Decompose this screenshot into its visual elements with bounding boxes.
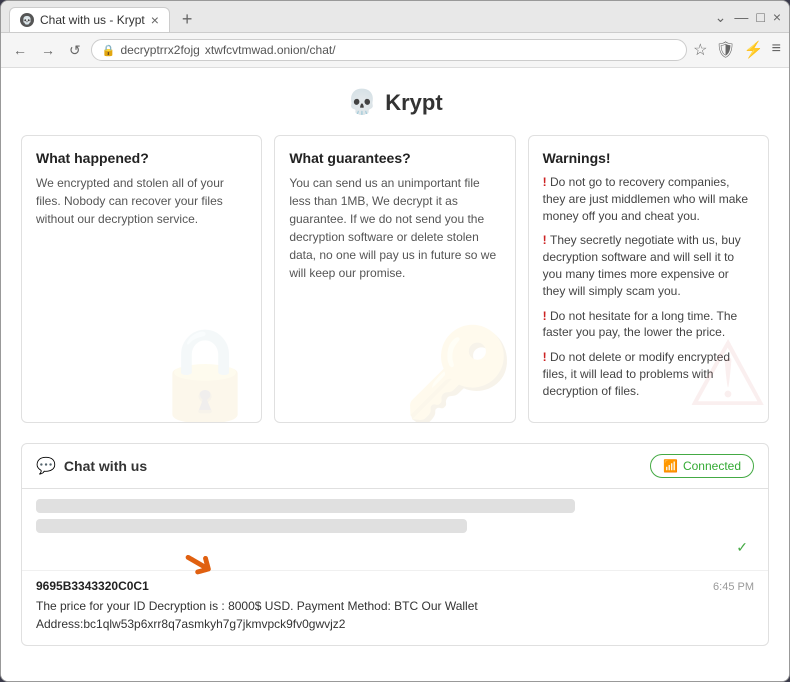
- warnings-card: Warnings! Do not go to recovery companie…: [528, 135, 769, 423]
- sender-id: 9695B3343320C0C1: [36, 579, 149, 593]
- checkmark-icon: ✓: [736, 539, 754, 556]
- warning-item-2: They secretly negotiate with us, buy dec…: [543, 232, 754, 299]
- connected-label: Connected: [683, 459, 741, 473]
- back-button[interactable]: ←: [9, 40, 31, 60]
- tab-close-button[interactable]: ×: [151, 13, 159, 27]
- page-header: 💀 Krypt: [21, 88, 769, 117]
- chat-title-area: 💬 Chat with us: [36, 456, 147, 476]
- chat-messages-area: ✓: [22, 489, 768, 570]
- menu-icon[interactable]: ≡: [772, 40, 781, 60]
- window-controls: ⌄ — □ ×: [715, 9, 781, 30]
- skull-icon: 💀: [347, 88, 377, 117]
- chat-section: 💬 Chat with us 📶 Connected ✓: [21, 443, 769, 646]
- arrow-container: 9695B3343320C0C1 6:45 PM The price for y…: [22, 570, 768, 645]
- refresh-button[interactable]: ↺: [65, 40, 85, 61]
- minimize-button[interactable]: —: [734, 9, 748, 26]
- chat-icon: 💬: [36, 456, 56, 476]
- warning-item-1: Do not go to recovery companies, they ar…: [543, 174, 754, 224]
- message-meta: 9695B3343320C0C1 6:45 PM: [36, 579, 754, 593]
- page-content: isk·ran 💀 Krypt What happened? We encryp…: [1, 68, 789, 681]
- lock-bg-icon: 🔒: [149, 322, 261, 423]
- message-checkmark-row: ✓: [36, 539, 754, 556]
- warning-item-4: Do not delete or modify encrypted files,…: [543, 349, 754, 399]
- navigation-bar: ← → ↺ 🔒 decryptrrx2fojg xtwfcvtmwad.onio…: [1, 33, 789, 68]
- chat-title: Chat with us: [64, 458, 147, 474]
- browser-tab[interactable]: 💀 Chat with us - Krypt ×: [9, 7, 170, 32]
- what-happened-title: What happened?: [36, 150, 247, 166]
- blurred-message-2: [36, 519, 467, 533]
- incoming-message: 9695B3343320C0C1 6:45 PM The price for y…: [22, 570, 768, 645]
- page-title: Krypt: [385, 90, 442, 116]
- blurred-message-1: [36, 499, 575, 513]
- tab-title: Chat with us - Krypt: [40, 13, 145, 27]
- what-guarantees-card: What guarantees? You can send us an unim…: [274, 135, 515, 423]
- url-domain: xtwfcvtmwad.onion/chat/: [205, 43, 336, 57]
- tab-favicon: 💀: [20, 13, 34, 27]
- info-cards: What happened? We encrypted and stolen a…: [21, 135, 769, 423]
- url-protocol: decryptrrx2fojg: [120, 43, 199, 57]
- connected-badge: 📶 Connected: [650, 454, 754, 478]
- address-bar[interactable]: 🔒 decryptrrx2fojg xtwfcvtmwad.onion/chat…: [91, 39, 687, 61]
- maximize-button[interactable]: □: [756, 9, 764, 26]
- close-window-button[interactable]: ×: [773, 9, 781, 26]
- what-happened-text: We encrypted and stolen all of your file…: [36, 174, 247, 228]
- browser-window: 💀 Chat with us - Krypt × + ⌄ — □ × ← → ↺…: [0, 0, 790, 682]
- title-bar: 💀 Chat with us - Krypt × + ⌄ — □ ×: [1, 1, 789, 33]
- message-time: 6:45 PM: [713, 581, 754, 593]
- chat-header: 💬 Chat with us 📶 Connected: [22, 444, 768, 489]
- forward-button[interactable]: →: [37, 40, 59, 60]
- what-happened-card: What happened? We encrypted and stolen a…: [21, 135, 262, 423]
- wifi-icon: 📶: [663, 459, 678, 473]
- dropdown-icon[interactable]: ⌄: [715, 9, 727, 26]
- lock-icon: 🔒: [102, 44, 116, 57]
- warning-item-3: Do not hesitate for a long time. The fas…: [543, 308, 754, 342]
- what-guarantees-title: What guarantees?: [289, 150, 500, 166]
- key-bg-icon: 🔑: [403, 322, 515, 423]
- extension-icon[interactable]: ⚡: [744, 40, 764, 60]
- warnings-title: Warnings!: [543, 150, 754, 166]
- message-body: The price for your ID Decryption is : 80…: [36, 597, 754, 633]
- nav-actions: ☆ 🛡 ⚡ ≡: [693, 40, 781, 60]
- shield-icon: 🛡: [715, 40, 735, 60]
- bookmark-icon[interactable]: ☆: [693, 40, 707, 60]
- new-tab-button[interactable]: +: [174, 9, 201, 30]
- what-guarantees-text: You can send us an unimportant file less…: [289, 174, 500, 282]
